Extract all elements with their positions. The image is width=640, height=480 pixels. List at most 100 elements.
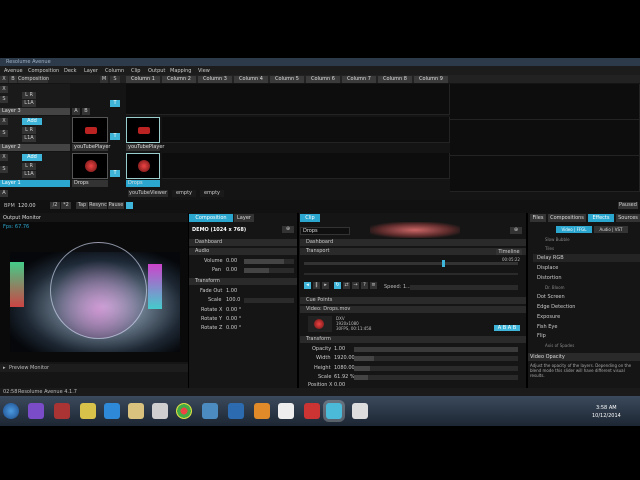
play-backward-button[interactable]: ◂ bbox=[304, 282, 311, 289]
bpm-value[interactable]: 120.00 bbox=[18, 203, 36, 209]
menu-mapping[interactable]: Mapping bbox=[170, 68, 191, 74]
scale-slider[interactable] bbox=[244, 298, 294, 303]
effect-item[interactable]: Axis of Spades bbox=[533, 342, 640, 350]
scale-value[interactable]: 100.0 bbox=[226, 296, 240, 304]
clip-transport-section[interactable]: Transport bbox=[300, 248, 526, 255]
app-icon[interactable] bbox=[54, 403, 70, 419]
app-icon[interactable] bbox=[152, 403, 168, 419]
volume-value[interactable]: 0.00 bbox=[226, 257, 237, 265]
fade-out-value[interactable]: 1.00 bbox=[226, 287, 237, 295]
column-header-4[interactable]: Column 4 bbox=[234, 76, 268, 83]
layer-3-lr-button[interactable]: L R bbox=[22, 92, 36, 99]
composition-label[interactable]: Composition bbox=[18, 76, 49, 83]
paused-indicator[interactable]: Paused bbox=[618, 202, 638, 209]
xampp-icon[interactable] bbox=[254, 403, 270, 419]
tap-button[interactable]: Tap bbox=[76, 202, 88, 209]
once-button[interactable]: → bbox=[352, 282, 359, 289]
opacity-value[interactable]: 1.00 bbox=[334, 345, 345, 353]
layer-3-label[interactable]: Layer 3 bbox=[0, 108, 70, 115]
app-icon[interactable] bbox=[228, 403, 244, 419]
tab-effects[interactable]: Effects bbox=[588, 214, 614, 222]
tab-compositions[interactable]: Compositions bbox=[548, 214, 586, 222]
timeline-playhead[interactable] bbox=[442, 260, 445, 267]
layer-2-lr-button[interactable]: L R bbox=[22, 127, 36, 134]
column-header-7[interactable]: Column 7 bbox=[342, 76, 376, 83]
clip-timeline-track[interactable] bbox=[304, 260, 518, 267]
effect-item[interactable]: Displace bbox=[533, 264, 640, 272]
pause-button[interactable]: Pause bbox=[108, 202, 124, 209]
layer-2-add-button[interactable]: Add bbox=[22, 118, 42, 125]
layer-3-toggle[interactable]: T bbox=[110, 100, 120, 107]
layer-3-a-button[interactable]: A bbox=[72, 108, 80, 115]
menu-view[interactable]: View bbox=[198, 68, 210, 74]
effect-item[interactable]: Flip bbox=[533, 332, 640, 340]
column-header-9[interactable]: Column 9 bbox=[414, 76, 448, 83]
layer-3-l1a-button[interactable]: L1A bbox=[22, 100, 36, 107]
chrome-icon[interactable] bbox=[176, 403, 192, 419]
menu-output[interactable]: Output bbox=[148, 68, 165, 74]
pause-clip-button[interactable]: ‖ bbox=[313, 282, 320, 289]
effect-item[interactable]: Slow Bubble bbox=[533, 236, 640, 244]
layer-3-x-button[interactable]: X bbox=[0, 86, 8, 93]
composition-transform-section[interactable]: Transform bbox=[189, 278, 297, 285]
pan-value[interactable]: 0.00 bbox=[226, 266, 237, 274]
app-icon[interactable] bbox=[80, 403, 96, 419]
layer-1-toggle[interactable]: T bbox=[110, 170, 120, 177]
timeline-dropdown[interactable]: Timeline bbox=[496, 249, 522, 255]
clip-transform-section[interactable]: Transform bbox=[300, 336, 526, 343]
layer-1-label[interactable]: Layer 1 bbox=[0, 180, 70, 187]
deck-tab-3[interactable]: empty bbox=[200, 190, 224, 197]
layer-2-clip-thumbnail-1[interactable] bbox=[72, 117, 108, 143]
layer-2-label[interactable]: Layer 2 bbox=[0, 144, 70, 151]
layer-2-toggle[interactable]: T bbox=[110, 133, 120, 140]
layer-1-empty-slots[interactable] bbox=[162, 153, 450, 179]
clip-dashboard-section[interactable]: Dashboard bbox=[300, 239, 526, 246]
width-slider[interactable] bbox=[354, 356, 518, 361]
pan-slider[interactable] bbox=[244, 268, 294, 273]
layer-2-s-button[interactable]: S bbox=[0, 130, 8, 137]
preview-monitor-bar[interactable]: ▸ Preview Monitor bbox=[0, 364, 188, 372]
height-value[interactable]: 1080.00 bbox=[334, 364, 355, 372]
rotate-z-value[interactable]: 0.00 ° bbox=[226, 324, 241, 332]
layer-3-empty-slots[interactable] bbox=[126, 84, 450, 115]
bpm-double-button[interactable]: *2 bbox=[61, 202, 71, 209]
composition-solo-button[interactable]: S bbox=[110, 76, 120, 83]
layer-3-b-button[interactable]: B bbox=[82, 108, 90, 115]
column-header-3[interactable]: Column 3 bbox=[198, 76, 232, 83]
menu-deck[interactable]: Deck bbox=[64, 68, 77, 74]
layer-1-lr-button[interactable]: L R bbox=[22, 163, 36, 170]
column-header-2[interactable]: Column 2 bbox=[162, 76, 196, 83]
layer-1-clip-thumbnail-2[interactable] bbox=[126, 153, 160, 179]
layer-2-x-button[interactable]: X bbox=[0, 118, 8, 125]
random-button[interactable]: ? bbox=[361, 282, 368, 289]
layer-1-add-button[interactable]: Add bbox=[22, 154, 42, 161]
column-header-1[interactable]: Column 1 bbox=[126, 76, 160, 83]
column-header-5[interactable]: Column 5 bbox=[270, 76, 304, 83]
effect-item[interactable]: Dot Screen bbox=[533, 293, 640, 301]
layer-1-clip-thumbnail-1[interactable] bbox=[72, 153, 108, 179]
deck-a-button[interactable]: A bbox=[0, 190, 8, 197]
video-toggle-buttons[interactable]: A B A B bbox=[494, 325, 520, 331]
bounce-button[interactable]: ⇄ bbox=[343, 282, 350, 289]
clip-scale-slider[interactable] bbox=[354, 375, 518, 380]
layer-1-s-button[interactable]: S bbox=[0, 166, 8, 173]
clip-scrub-track[interactable] bbox=[304, 273, 518, 275]
volume-slider[interactable] bbox=[244, 259, 294, 264]
layer-2-l1a-button[interactable]: L1A bbox=[22, 135, 36, 142]
composition-options-button[interactable]: ⊕ bbox=[282, 226, 294, 233]
clip-name-field[interactable]: Drops bbox=[300, 227, 350, 235]
effect-item[interactable]: Exposure bbox=[533, 313, 640, 321]
resync-button[interactable]: Resync bbox=[89, 202, 107, 209]
tab-clip[interactable]: Clip bbox=[300, 214, 320, 222]
resolume-icon[interactable] bbox=[326, 403, 342, 419]
layer-1-x-button[interactable]: X bbox=[0, 154, 8, 161]
menu-avenue[interactable]: Avenue bbox=[4, 68, 23, 74]
effect-item[interactable]: Distortion bbox=[533, 274, 640, 282]
tab-files[interactable]: Files bbox=[530, 214, 546, 222]
subtab-audio-vst[interactable]: Audio | VST bbox=[594, 226, 628, 233]
rotate-y-value[interactable]: 0.00 ° bbox=[226, 315, 241, 323]
cue-points-section[interactable]: Cue Points bbox=[300, 297, 526, 304]
deck-tab-1[interactable]: youTubeViewer bbox=[128, 190, 168, 197]
deck-tab-2[interactable]: empty bbox=[172, 190, 196, 197]
column-header-6[interactable]: Column 6 bbox=[306, 76, 340, 83]
